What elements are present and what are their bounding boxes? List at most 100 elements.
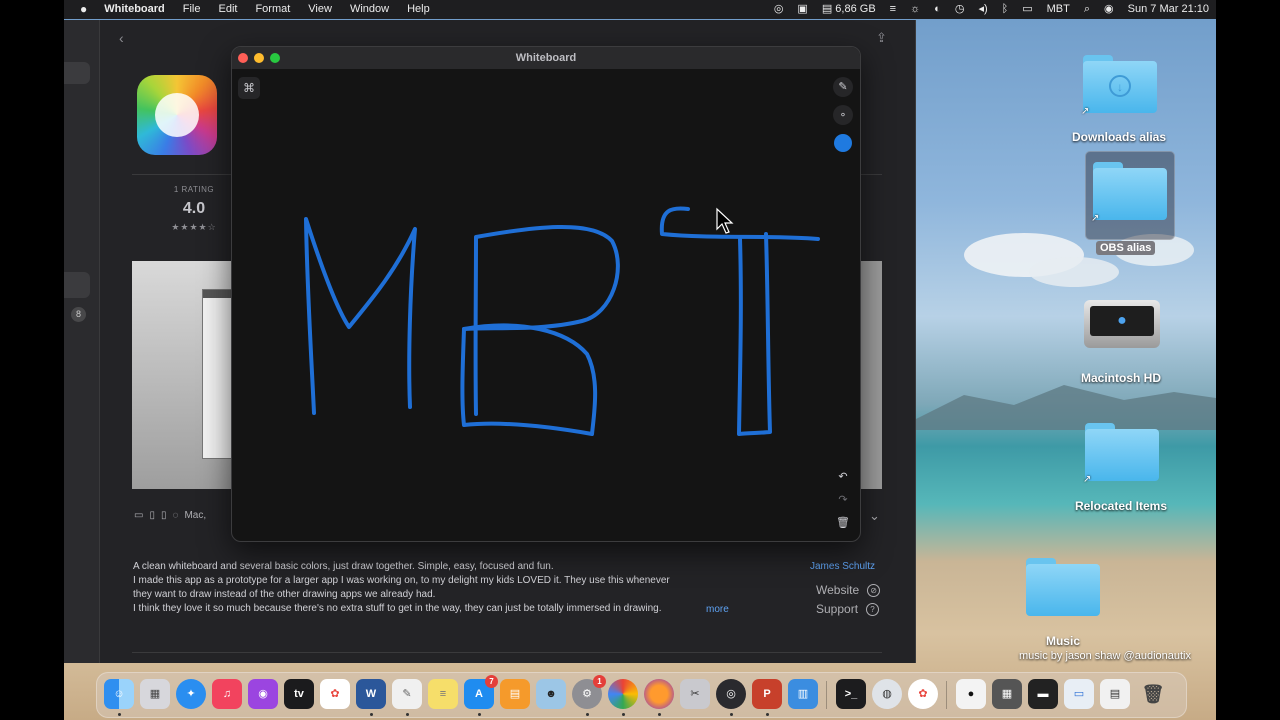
obs-icon[interactable]: ◎: [716, 679, 746, 709]
powerpoint-icon[interactable]: P: [752, 679, 782, 709]
photo-booth-icon[interactable]: ✿: [908, 679, 938, 709]
battery-icon[interactable]: ▭: [1015, 0, 1039, 19]
pen-tool-icon[interactable]: ✎: [833, 77, 853, 97]
screen-record-icon[interactable]: ▣: [790, 0, 814, 19]
recent-window-thumbnail[interactable]: ▭: [1064, 679, 1094, 709]
share-icon[interactable]: ⇪: [876, 30, 887, 46]
compass-icon: ⊘: [867, 583, 881, 597]
command-button[interactable]: ⌘: [238, 77, 260, 99]
back-chevron-icon[interactable]: ‹: [119, 30, 124, 46]
question-icon: ?: [866, 602, 880, 616]
keyboard-layout[interactable]: MBT: [1040, 0, 1077, 19]
brightness-icon[interactable]: ☼: [903, 0, 927, 19]
firefox-icon[interactable]: [644, 679, 674, 709]
rating-value: 4.0: [182, 200, 206, 217]
terminal-icon[interactable]: >_: [836, 679, 866, 709]
more-link[interactable]: more: [702, 604, 729, 615]
chrome-icon[interactable]: [608, 679, 638, 709]
relocated-items-folder-icon[interactable]: ↗: [1083, 423, 1159, 485]
spotlight-search-icon[interactable]: ⌕: [1077, 0, 1097, 19]
notes-icon[interactable]: ≡: [428, 679, 458, 709]
chevron-down-icon[interactable]: ⌄: [869, 508, 880, 524]
running-indicator: [118, 713, 121, 716]
trash-bin-icon[interactable]: 🗑: [1138, 679, 1168, 709]
letterbox-left: [0, 0, 64, 720]
obs-alias-folder-icon[interactable]: ↗: [1091, 162, 1167, 224]
video-app-icon[interactable]: ✂: [680, 679, 710, 709]
reader-app-icon[interactable]: ☻: [536, 679, 566, 709]
app-icon-center: [155, 93, 199, 137]
apple-menu-icon[interactable]: ●: [64, 0, 95, 19]
books-icon[interactable]: ▤: [500, 679, 530, 709]
system-preferences-icon[interactable]: ⚙ 1: [572, 675, 606, 709]
cloud: [1029, 257, 1119, 287]
clock[interactable]: Sun 7 Mar 21:10: [1121, 0, 1216, 19]
phone-icon: ▯: [160, 510, 167, 521]
safari-icon[interactable]: ✦: [176, 679, 206, 709]
menu-view[interactable]: View: [299, 0, 341, 19]
finder-icon[interactable]: ☺: [104, 679, 134, 709]
laptop-icon: ▭: [134, 510, 144, 521]
apple-logo-document-icon[interactable]: ●: [956, 679, 986, 709]
music-folder-label: Music: [1045, 634, 1080, 648]
redo-icon[interactable]: ↷: [833, 490, 853, 510]
developer-link[interactable]: James Schultz: [810, 561, 875, 572]
app-screenshot-next[interactable]: [859, 261, 882, 489]
menu-window[interactable]: Window: [341, 0, 398, 19]
app-menu[interactable]: Whiteboard: [95, 0, 174, 19]
photos-icon[interactable]: ✿: [320, 679, 350, 709]
time-machine-icon[interactable]: ◷: [948, 0, 972, 19]
brush-size-icon[interactable]: ∘: [833, 105, 853, 125]
podcasts-icon[interactable]: ◉: [248, 679, 278, 709]
obs-status-icon[interactable]: ◎: [767, 0, 791, 19]
textedit-icon[interactable]: ✎: [392, 679, 422, 709]
folder-body: [1093, 168, 1167, 220]
system-preferences-badge: 1: [593, 675, 606, 688]
app-store-icon[interactable]: A7: [464, 675, 498, 709]
macintosh-hd-icon[interactable]: ●: [1084, 300, 1160, 348]
mouse-cursor: [716, 207, 734, 234]
recent-window-thumbnail[interactable]: ▦: [992, 679, 1022, 709]
bluetooth-icon[interactable]: ᛒ: [995, 0, 1016, 19]
rating-count: 1 RATING: [173, 185, 215, 194]
running-indicator: [370, 713, 373, 716]
music-app-icon[interactable]: ♫: [212, 679, 242, 709]
undo-icon[interactable]: ↶: [833, 467, 853, 487]
folder-body: [1026, 564, 1100, 616]
stroke-letter-t-top: [659, 206, 820, 241]
control-center-icon[interactable]: ◉: [1097, 0, 1121, 19]
tv-app-icon[interactable]: tv: [284, 679, 314, 709]
alias-arrow-icon: ↗: [1083, 474, 1092, 485]
drawing-canvas[interactable]: [232, 69, 860, 541]
relocated-items-label: Relocated Items: [1074, 499, 1168, 513]
sidebar-item-selected[interactable]: [64, 272, 90, 298]
recent-window-thumbnail[interactable]: ▬: [1028, 679, 1058, 709]
memory-value: 6,86 GB: [835, 3, 876, 15]
website-link[interactable]: Website ⊘: [816, 583, 881, 597]
menu-help[interactable]: Help: [398, 0, 439, 19]
word-icon[interactable]: W: [356, 679, 386, 709]
menu-bar: ● Whiteboard File Edit Format View Windo…: [64, 0, 1216, 19]
volume-icon[interactable]: ◂): [971, 0, 994, 19]
color-picker-button[interactable]: [834, 134, 852, 152]
trash-icon[interactable]: 🗑: [833, 513, 853, 533]
menu-extra-icon[interactable]: ≡: [883, 0, 903, 19]
menu-format[interactable]: Format: [246, 0, 299, 19]
menu-edit[interactable]: Edit: [209, 0, 246, 19]
downloads-alias-folder-icon[interactable]: ↓ ↗: [1081, 55, 1157, 117]
desktop-screen: ● Whiteboard File Edit Format View Windo…: [64, 0, 1216, 720]
app-screenshot[interactable]: [132, 261, 234, 489]
remote-desktop-icon[interactable]: ▥: [788, 679, 818, 709]
quicktime-icon[interactable]: ◍: [872, 679, 902, 709]
description-line: I think they love it so much because the…: [133, 603, 662, 614]
music-folder-icon[interactable]: [1026, 558, 1100, 616]
memory-status[interactable]: ▤ 6,86 GB: [815, 0, 883, 19]
alias-arrow-icon: ↗: [1091, 213, 1100, 224]
window-titlebar[interactable]: Whiteboard: [232, 47, 860, 69]
sidebar-search-field[interactable]: [64, 62, 90, 84]
menu-file[interactable]: File: [174, 0, 210, 19]
recent-window-thumbnail[interactable]: ▤: [1100, 679, 1130, 709]
support-link[interactable]: Support?: [816, 602, 880, 616]
launchpad-icon[interactable]: ▦: [140, 679, 170, 709]
do-not-disturb-icon[interactable]: ◐: [927, 0, 948, 19]
